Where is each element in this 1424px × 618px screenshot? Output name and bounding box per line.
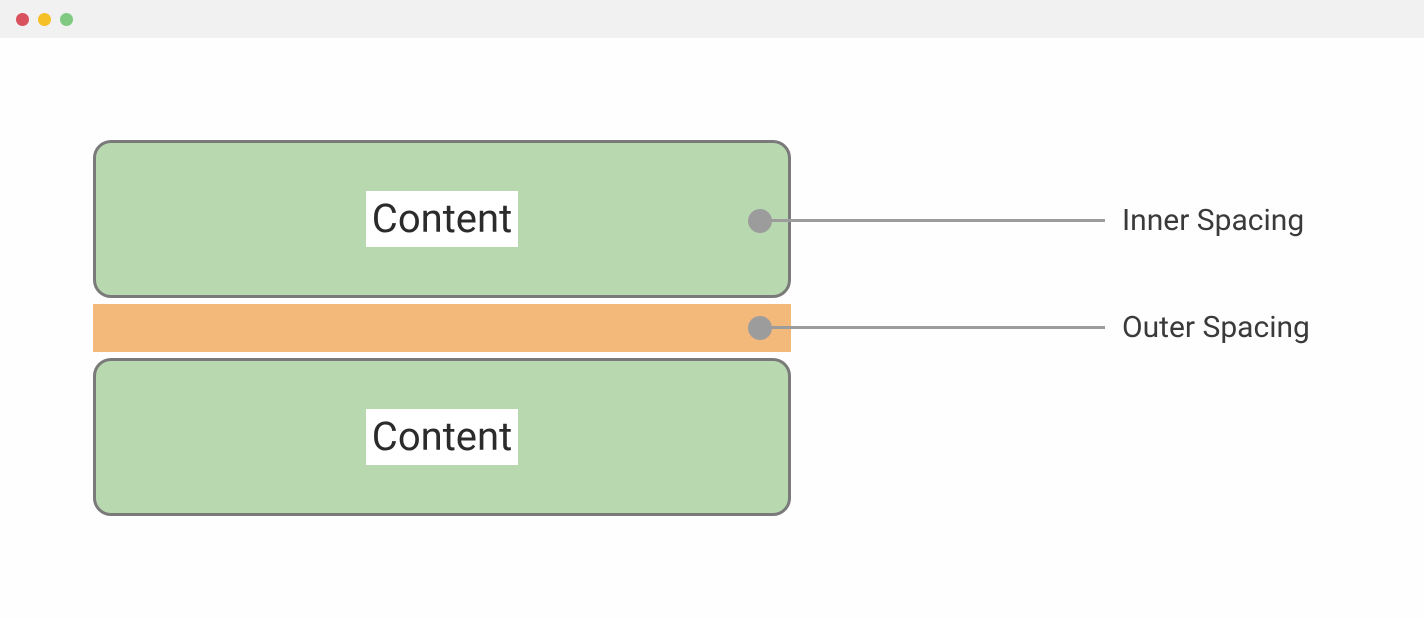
outer-spacing-bar — [93, 304, 791, 352]
callout-line-inner — [770, 219, 1105, 222]
content-box-top: Content — [93, 140, 791, 298]
callout-dot-outer-icon — [748, 316, 772, 340]
callout-dot-inner-icon — [748, 209, 772, 233]
traffic-light-minimize-icon[interactable] — [38, 13, 51, 26]
callout-label-outer: Outer Spacing — [1122, 310, 1310, 345]
traffic-light-close-icon[interactable] — [16, 13, 29, 26]
traffic-light-zoom-icon[interactable] — [60, 13, 73, 26]
content-box-top-label: Content — [366, 191, 518, 247]
content-box-bottom-label: Content — [366, 409, 518, 465]
window-titlebar — [0, 0, 1424, 38]
callout-label-inner: Inner Spacing — [1122, 203, 1304, 238]
content-box-bottom: Content — [93, 358, 791, 516]
callout-line-outer — [770, 326, 1105, 329]
diagram-canvas: Content Content Inner Spacing Outer Spac… — [0, 38, 1424, 618]
